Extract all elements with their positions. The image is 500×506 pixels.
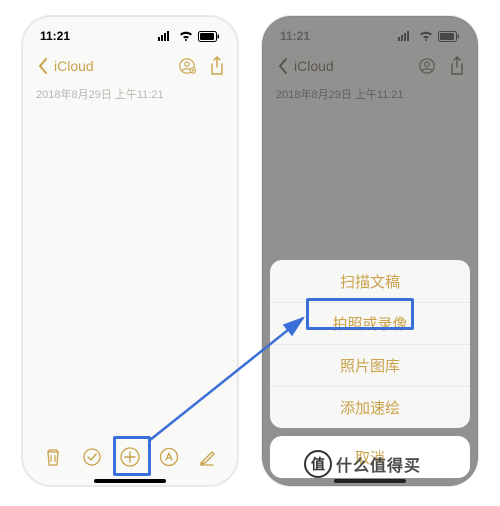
nav-bar: iCloud: [22, 50, 238, 82]
status-bar: 11:21: [22, 16, 238, 50]
signal-icon: [156, 27, 174, 45]
battery-icon: [198, 27, 220, 45]
watermark: 值 什么值得买: [304, 450, 421, 478]
home-indicator[interactable]: [94, 479, 166, 483]
share-icon[interactable]: [208, 57, 226, 75]
chevron-left-icon: [34, 57, 52, 75]
home-indicator[interactable]: [334, 479, 406, 483]
note-datetime: 2018年8月29日 上午11:21: [22, 82, 238, 102]
add-attachment-button[interactable]: [119, 446, 141, 468]
sheet-add-sketch[interactable]: 添加速绘: [270, 386, 470, 428]
sheet-take-photo[interactable]: 拍照或录像: [270, 302, 470, 344]
phone-screen-left: 11:21 iCloud 2018年8月29日 上午11:21: [21, 15, 239, 487]
status-time: 11:21: [40, 29, 70, 43]
back-label: iCloud: [54, 58, 94, 74]
trash-icon[interactable]: [42, 446, 64, 468]
people-icon[interactable]: [178, 57, 196, 75]
watermark-badge: 值: [304, 450, 332, 478]
action-sheet: 扫描文稿 拍照或录像 照片图库 添加速绘 取消: [270, 260, 470, 478]
action-sheet-options: 扫描文稿 拍照或录像 照片图库 添加速绘: [270, 260, 470, 428]
sheet-photo-library[interactable]: 照片图库: [270, 344, 470, 386]
status-indicators: [156, 27, 220, 45]
wifi-icon: [177, 27, 195, 45]
markup-icon[interactable]: [158, 446, 180, 468]
phone-screen-right: 11:21 iCloud 2018年8月29日 上午11:21 扫描文稿 拍照或…: [261, 15, 479, 487]
watermark-text: 什么值得买: [336, 452, 421, 476]
back-button[interactable]: iCloud: [34, 57, 94, 75]
checklist-icon[interactable]: [81, 446, 103, 468]
tutorial-figure: { "statusbar": { "time": "11:21" }, "nav…: [0, 0, 500, 506]
sheet-scan-documents[interactable]: 扫描文稿: [270, 260, 470, 302]
compose-icon[interactable]: [196, 446, 218, 468]
bottom-toolbar: [22, 438, 238, 476]
